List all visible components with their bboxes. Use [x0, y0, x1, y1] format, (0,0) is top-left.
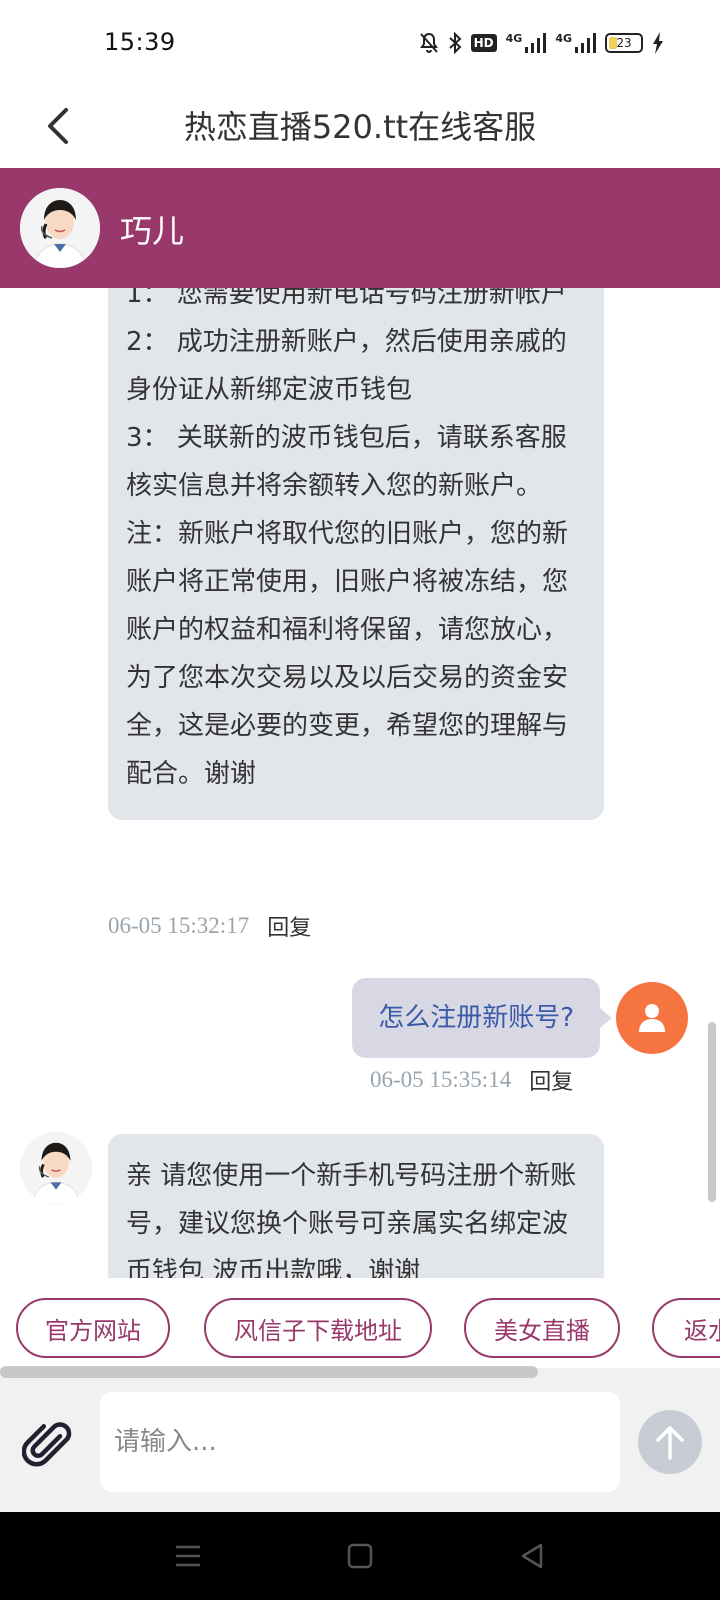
- reply-button[interactable]: 回复: [529, 1064, 573, 1096]
- message-line: 2： 成功注册新账户，然后使用亲戚的身份证从新绑定波币钱包: [126, 327, 567, 405]
- menu-nav-button[interactable]: [164, 1532, 212, 1580]
- bluetooth-icon: [448, 32, 462, 54]
- agent-avatar: [20, 188, 100, 268]
- input-bar: [0, 1368, 720, 1512]
- message-line: 3： 关联新的波币钱包后，请联系客服核实信息并将余额转入您的新账户。: [126, 423, 567, 501]
- message-meta: 06-05 15:35:14 回复: [370, 1064, 573, 1096]
- send-button[interactable]: [638, 1410, 702, 1474]
- message-timestamp: 06-05 15:35:14: [370, 1067, 512, 1092]
- quick-reply-live[interactable]: 美女直播: [464, 1298, 620, 1358]
- agent-name: 巧儿: [120, 212, 185, 250]
- quick-reply-bar[interactable]: 官方网站 风信子下载地址 美女直播 返水: [0, 1278, 720, 1368]
- bubble-tail: [600, 1008, 612, 1028]
- title-bar: 热恋直播520.tt在线客服: [0, 84, 720, 168]
- status-icons: HD 4G 4G 23: [419, 30, 664, 56]
- message-meta: 06-05 15:32:17 回复: [108, 910, 311, 942]
- user-avatar: [616, 982, 688, 1054]
- message-line: 注：新账户将取代您的旧账户，您的新账户将正常使用，旧账户将被冻结，您账户的权益和…: [126, 519, 569, 789]
- charging-icon: [652, 32, 664, 54]
- home-nav-button[interactable]: [336, 1532, 384, 1580]
- back-nav-button[interactable]: [508, 1532, 556, 1580]
- bell-muted-icon: [419, 32, 439, 54]
- battery-icon: 23: [605, 33, 643, 53]
- triangle-back-icon: [521, 1543, 543, 1569]
- square-icon: [347, 1543, 373, 1569]
- reply-button[interactable]: 回复: [267, 910, 311, 942]
- quick-reply-download[interactable]: 风信子下载地址: [204, 1298, 432, 1358]
- person-icon: [639, 1004, 665, 1032]
- message-line: 1： 您需要使用新电话号码注册新帐户: [126, 288, 567, 309]
- arrow-up-icon: [656, 1426, 684, 1460]
- attach-button[interactable]: [21, 1418, 78, 1474]
- chat-area[interactable]: 1： 您需要使用新电话号码注册新帐户 2： 成功注册新账户，然后使用亲戚的身份证…: [0, 288, 720, 1278]
- quick-reply-rebate[interactable]: 返水: [652, 1298, 720, 1358]
- user-message-bubble: 怎么注册新账号?: [352, 978, 600, 1058]
- quick-reply-scrollbar[interactable]: [0, 1366, 538, 1378]
- message-line: 亲 请您使用一个新手机号码注册个新账号，建议您换个账号可亲属实名绑定波币钱包 波…: [126, 1161, 577, 1278]
- agent-header: 巧儿: [0, 168, 720, 288]
- status-bar: 15:39 HD 4G 4G 23: [0, 0, 720, 84]
- system-nav-bar: [0, 1512, 720, 1600]
- agent-avatar: [20, 1132, 92, 1204]
- message-input[interactable]: [100, 1392, 620, 1492]
- message-timestamp: 06-05 15:32:17: [108, 913, 250, 938]
- quick-reply-official-site[interactable]: 官方网站: [16, 1298, 170, 1358]
- hd-icon: HD: [470, 34, 497, 52]
- signal-4g-icon: 4G: [506, 33, 547, 53]
- agent-message-bubble: 亲 请您使用一个新手机号码注册个新账号，建议您换个账号可亲属实名绑定波币钱包 波…: [108, 1134, 604, 1278]
- signal-4g-icon-2: 4G: [555, 33, 596, 53]
- agent-message-bubble: 1： 您需要使用新电话号码注册新帐户 2： 成功注册新账户，然后使用亲戚的身份证…: [108, 288, 604, 820]
- status-time: 15:39: [104, 28, 176, 56]
- paperclip-icon: [21, 1422, 72, 1467]
- page-title: 热恋直播520.tt在线客服: [183, 108, 537, 146]
- menu-icon: [176, 1545, 200, 1567]
- chat-scrollbar[interactable]: [708, 1022, 716, 1202]
